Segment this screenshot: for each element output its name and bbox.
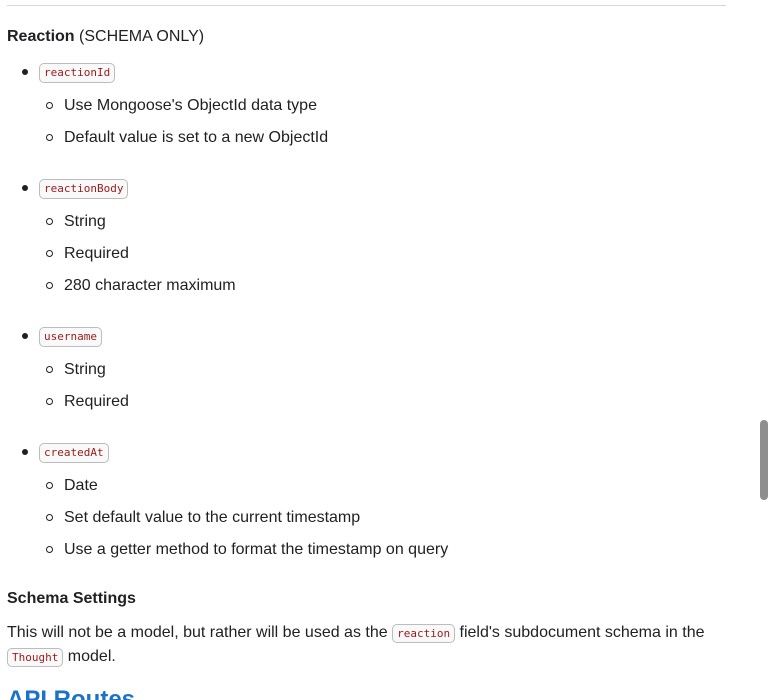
- paragraph-text: This will not be a model, but rather wil…: [7, 624, 393, 641]
- sub-list: String Required: [0, 354, 700, 418]
- detail-text: String: [64, 361, 106, 378]
- document-page: Reaction (SCHEMA ONLY) reactionId Use Mo…: [0, 0, 768, 700]
- scrollbar[interactable]: [758, 0, 768, 700]
- sub-list-item: Date: [0, 470, 700, 502]
- detail-text: 280 character maximum: [64, 277, 236, 294]
- circle-bullet-icon: [46, 398, 53, 405]
- sub-list-item: Use a getter method to format the timest…: [0, 534, 700, 566]
- reaction-title-rest: (SCHEMA ONLY): [74, 28, 205, 45]
- detail-text: Required: [64, 245, 129, 262]
- sub-list-item: Required: [0, 238, 700, 270]
- reaction-title-bold: Reaction: [7, 28, 75, 45]
- horizontal-rule: [7, 5, 726, 6]
- sub-list-item: String: [0, 206, 700, 238]
- api-routes-heading[interactable]: API Routes: [7, 684, 135, 700]
- schema-settings-title: Schema Settings: [7, 590, 136, 607]
- schema-settings-paragraph: This will not be a model, but rather wil…: [7, 621, 727, 669]
- field-name-code: username: [39, 327, 102, 347]
- bullet-disc: [22, 69, 28, 75]
- sub-list-item: String: [0, 354, 700, 386]
- detail-text: String: [64, 213, 106, 230]
- field-name-code: reactionId: [39, 63, 116, 83]
- circle-bullet-icon: [46, 134, 53, 141]
- circle-bullet-icon: [46, 482, 53, 489]
- sub-list: Date Set default value to the current ti…: [0, 470, 700, 566]
- field-name-code: createdAt: [39, 443, 109, 463]
- detail-text: Default value is set to a new ObjectId: [64, 129, 329, 146]
- bullet-disc: [22, 185, 28, 191]
- detail-text: Use Mongoose's ObjectId data type: [64, 97, 317, 114]
- circle-bullet-icon: [46, 546, 53, 553]
- paragraph-text: field's subdocument schema in the: [455, 624, 705, 641]
- detail-text: Set default value to the current timesta…: [64, 509, 361, 526]
- sub-list: String Required 280 character maximum: [0, 206, 700, 302]
- circle-bullet-icon: [46, 514, 53, 521]
- field-name-code: reactionBody: [39, 179, 129, 199]
- circle-bullet-icon: [46, 366, 53, 373]
- reaction-section-title: Reaction (SCHEMA ONLY): [7, 25, 204, 49]
- sub-list-item: Use Mongoose's ObjectId data type: [0, 90, 700, 122]
- bullet-disc: [22, 449, 28, 455]
- detail-text: Required: [64, 393, 129, 410]
- sub-list-item: Required: [0, 386, 700, 418]
- sub-list-item: Set default value to the current timesta…: [0, 502, 700, 534]
- circle-bullet-icon: [46, 250, 53, 257]
- circle-bullet-icon: [46, 282, 53, 289]
- bullet-disc: [22, 333, 28, 339]
- detail-text: Date: [64, 477, 98, 494]
- circle-bullet-icon: [46, 218, 53, 225]
- code-thought: Thought: [7, 648, 64, 667]
- sub-list: Use Mongoose's ObjectId data type Defaul…: [0, 90, 700, 154]
- detail-text: Use a getter method to format the timest…: [64, 541, 449, 558]
- circle-bullet-icon: [46, 102, 53, 109]
- sub-list-item: 280 character maximum: [0, 270, 700, 302]
- paragraph-text: model.: [63, 648, 116, 665]
- scrollbar-thumb[interactable]: [760, 420, 768, 500]
- code-reaction: reaction: [392, 624, 456, 643]
- sub-list-item: Default value is set to a new ObjectId: [0, 122, 700, 154]
